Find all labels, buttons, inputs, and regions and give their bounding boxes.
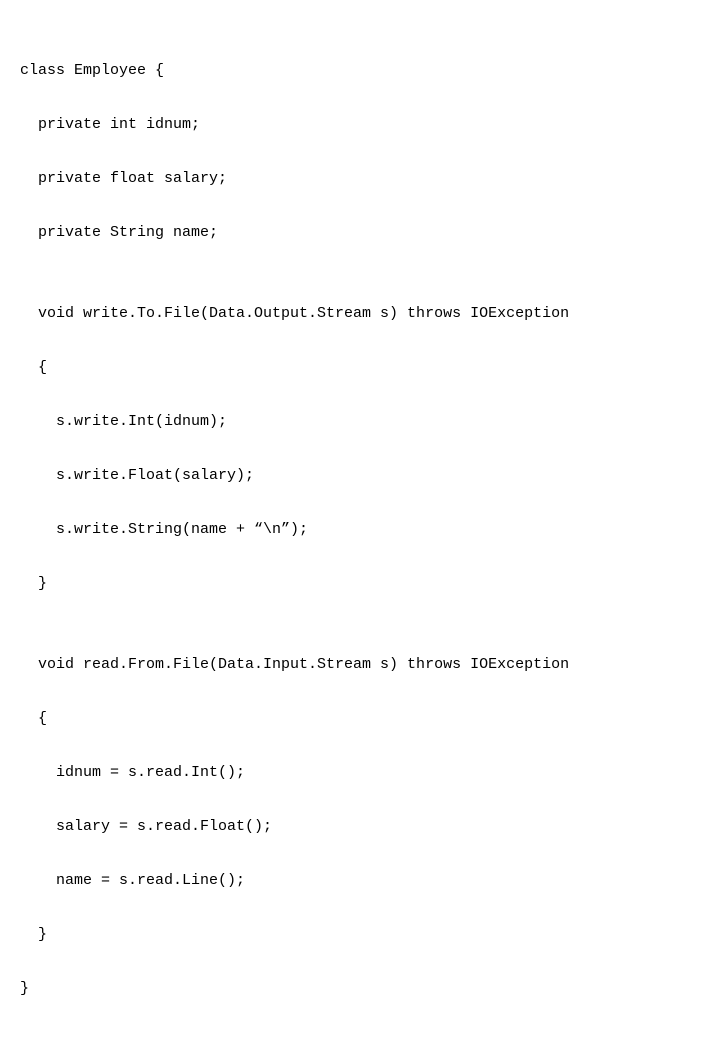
code-line: class Employee { <box>20 57 700 84</box>
code-line: void write.To.File(Data.Output.Stream s)… <box>20 300 700 327</box>
code-block: class Employee { private int idnum; priv… <box>0 0 720 1059</box>
code-line: private float salary; <box>20 165 700 192</box>
code-line: } <box>20 570 700 597</box>
code-line: } <box>20 975 700 1002</box>
code-line: } <box>20 921 700 948</box>
code-line: salary = s.read.Float(); <box>20 813 700 840</box>
code-line: s.write.Int(idnum); <box>20 408 700 435</box>
code-line: { <box>20 354 700 381</box>
code-line: name = s.read.Line(); <box>20 867 700 894</box>
code-line: private int idnum; <box>20 111 700 138</box>
code-line: s.write.String(name + “\n”); <box>20 516 700 543</box>
code-line: s.write.Float(salary); <box>20 462 700 489</box>
code-line: { <box>20 705 700 732</box>
code-line: private String name; <box>20 219 700 246</box>
code-line: idnum = s.read.Int(); <box>20 759 700 786</box>
code-line: void read.From.File(Data.Input.Stream s)… <box>20 651 700 678</box>
